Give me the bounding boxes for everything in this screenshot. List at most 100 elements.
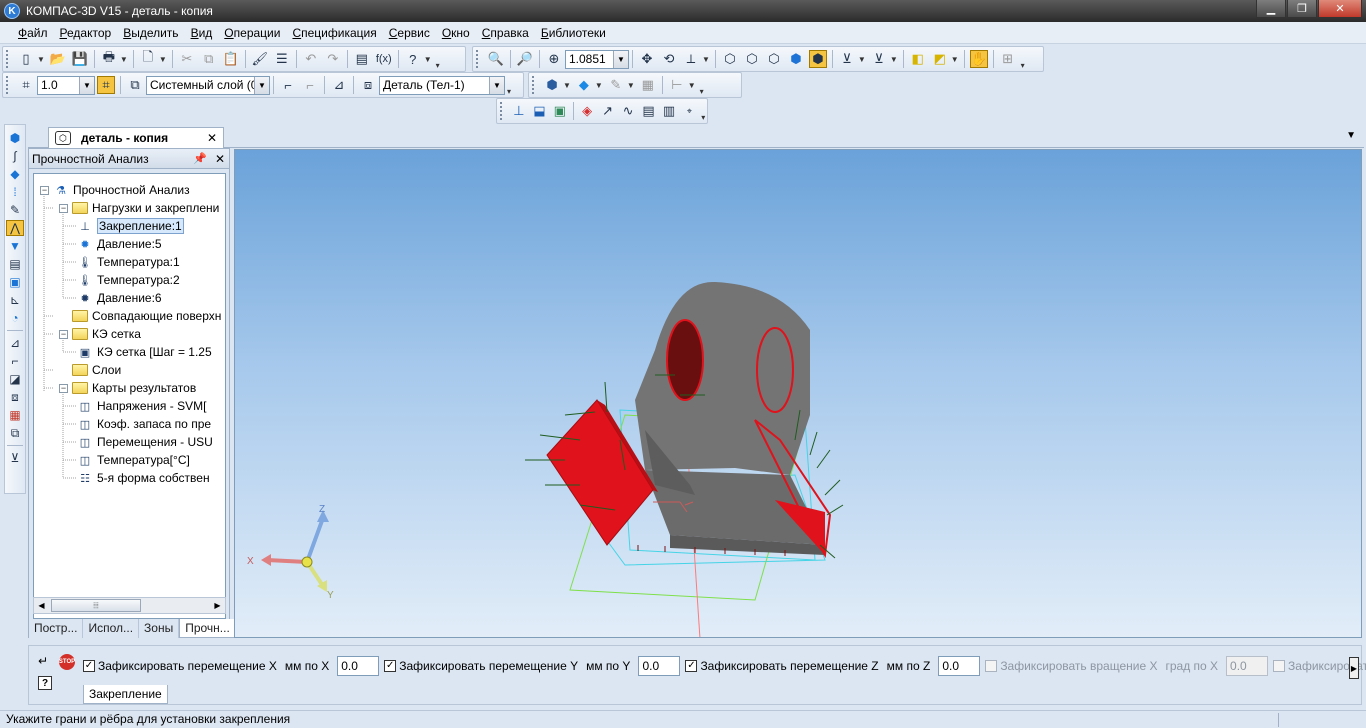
section-icon[interactable]: ◩ <box>931 50 949 68</box>
filter-dropdown-arrow[interactable]: ▼ <box>858 55 866 64</box>
tree-node-analysis[interactable]: − ⚗ Прочностной Анализ <box>40 181 190 199</box>
chevron-down-icon[interactable]: ▼ <box>489 76 504 94</box>
stop-icon[interactable]: STOP <box>59 654 75 670</box>
local-cs-icon[interactable]: ⌐ <box>301 76 319 94</box>
apm-probe-icon[interactable]: ⌖ <box>681 102 697 120</box>
selection-dropdown-arrow[interactable]: ▼ <box>890 55 898 64</box>
section-dropdown-arrow[interactable]: ▼ <box>951 55 959 64</box>
collapse-icon[interactable]: − <box>59 203 68 213</box>
rot-y-checkbox[interactable] <box>1273 660 1286 672</box>
menu-window[interactable]: Окно <box>436 24 476 42</box>
new-dropdown-arrow[interactable]: ▼ <box>37 55 45 64</box>
tree-node-eigenmode[interactable]: ☷ 5-я форма собствен <box>77 469 210 487</box>
toolbar-overflow[interactable]: ▾ <box>700 100 707 122</box>
rot-x-input[interactable]: 0.0 <box>1226 656 1269 676</box>
menu-specification[interactable]: Спецификация <box>286 24 382 42</box>
document-tab[interactable]: ⬡ деталь - копия ✕ <box>48 127 224 148</box>
toolbar-grip[interactable] <box>6 50 12 68</box>
apm-mesh-icon[interactable]: ▣ <box>552 102 568 120</box>
measure-chart-icon[interactable]: ⊾ <box>6 292 24 308</box>
coordinate-system-icon[interactable]: ⌐ <box>279 76 297 94</box>
rot-x-checkbox[interactable] <box>985 660 998 672</box>
close-icon[interactable]: ✕ <box>215 152 225 166</box>
fix-y-input[interactable]: 0.0 <box>638 656 681 676</box>
edit-part-icon[interactable]: ✎ <box>607 76 625 94</box>
markup-icon[interactable]: ◪ <box>6 371 24 387</box>
tree-node-fe-mesh-folder[interactable]: − КЭ сетка <box>59 325 141 343</box>
toolbar-grip[interactable] <box>532 76 538 94</box>
snap-icon[interactable]: ✋ <box>969 50 988 68</box>
tree-node-fe-mesh[interactable]: ▣ КЭ сетка [Шаг = 1.25 <box>77 343 212 361</box>
toolbar-grip[interactable] <box>500 102 506 120</box>
chevron-down-icon[interactable]: ▼ <box>79 76 94 94</box>
zoom-all-icon[interactable]: 🔎 <box>516 50 534 68</box>
assembly-icon[interactable]: ⧉ <box>6 425 24 441</box>
zoom-combo[interactable]: 1.0851 ▼ <box>565 49 629 69</box>
blue-cube-dropdown-arrow[interactable]: ▼ <box>595 81 603 90</box>
apm-graph-icon[interactable]: ↗ <box>599 102 615 120</box>
filter-funnel-icon[interactable]: ▼ <box>6 238 24 254</box>
spec-icon[interactable]: ▤ <box>6 256 24 272</box>
properties-icon[interactable]: ☰ <box>273 50 291 68</box>
fix-z-checkbox[interactable]: ✓ <box>685 660 698 672</box>
properties-scroll-right[interactable]: ▶ <box>1349 657 1359 679</box>
toolbar-overflow[interactable]: ▾ <box>698 74 706 96</box>
selection-filter-icon[interactable]: ⊻ <box>870 50 888 68</box>
surface-icon[interactable]: ◆ <box>6 166 24 182</box>
format-brush-icon[interactable]: 🖌 <box>251 50 269 68</box>
paste-icon[interactable]: 📋 <box>222 50 240 68</box>
rotate-icon[interactable]: ⟲ <box>660 50 678 68</box>
print-icon[interactable]: 🖶 <box>100 49 118 68</box>
report-icon[interactable]: ▣ <box>6 274 24 290</box>
apm-fem-icon[interactable]: ⋀ <box>6 220 24 236</box>
minimize-button[interactable]: ▁ <box>1256 0 1286 18</box>
layer-combo[interactable]: Системный слой (0) ▼ <box>146 75 270 95</box>
menu-help[interactable]: Справка <box>476 24 535 42</box>
menu-libraries[interactable]: Библиотеки <box>535 24 612 42</box>
collapse-icon[interactable]: − <box>59 383 68 393</box>
print-dropdown-arrow[interactable]: ▼ <box>120 55 128 64</box>
tree-node-temperature-2[interactable]: 🌡 Температура:2 <box>77 271 180 289</box>
wireframe-icon[interactable]: ⬡ <box>721 50 739 68</box>
redo-icon[interactable]: ↷ <box>324 50 342 68</box>
pan-icon[interactable]: ✥ <box>638 50 656 68</box>
dimension-3d-icon[interactable]: ⌐ <box>6 353 24 369</box>
halftone-edges-icon[interactable]: ⬢ <box>808 50 827 68</box>
orientation-plane-icon[interactable]: ⊿ <box>330 76 348 94</box>
dimension-dropdown-arrow[interactable]: ▼ <box>688 81 696 90</box>
part-combo[interactable]: Деталь (Тел-1) ▼ <box>379 75 505 95</box>
reorder-icon[interactable]: ▦ <box>639 76 657 94</box>
array-icon[interactable]: ⁞ <box>6 184 24 200</box>
undo-icon[interactable]: ↶ <box>302 50 320 68</box>
orientation-icon[interactable]: ⟂ <box>682 50 700 68</box>
tree-node-result-maps[interactable]: − Карты результатов <box>59 379 196 397</box>
chevron-down-icon[interactable]: ▼ <box>613 50 628 68</box>
library-icon[interactable]: ▦ <box>6 407 24 423</box>
close-button[interactable]: ✕ <box>1318 0 1362 18</box>
menu-view[interactable]: Вид <box>185 24 219 42</box>
tab-fixation[interactable]: Закрепление <box>83 685 168 704</box>
cube-outline-icon[interactable]: ⧈ <box>6 389 24 405</box>
apm-fixation-icon[interactable]: ⊥ <box>511 102 527 120</box>
help-icon[interactable]: ? <box>38 676 52 690</box>
layers-icon[interactable]: ⧉ <box>126 76 144 94</box>
dimension-icon[interactable]: ⊢ <box>668 76 686 94</box>
fix-y-checkbox[interactable]: ✓ <box>384 660 397 672</box>
tree-node-safety-factor[interactable]: ◫ Коэф. запаса по пре <box>77 415 211 433</box>
apm-results-color-icon[interactable]: ◈ <box>579 102 595 120</box>
variables-icon[interactable]: f(x) <box>375 50 393 68</box>
zoom-window-icon[interactable]: 🔍 <box>487 50 505 68</box>
tree-node-displacement[interactable]: ◫ Перемещения - USU <box>77 433 213 451</box>
cut-icon[interactable]: ✂ <box>178 50 196 68</box>
toolbar-grip[interactable] <box>6 76 12 94</box>
tab-zones[interactable]: Зоны <box>139 619 180 638</box>
edit-dropdown-arrow[interactable]: ▼ <box>627 81 635 90</box>
open-folder-icon[interactable]: 📂 <box>49 50 67 68</box>
chevron-down-icon[interactable]: ▼ <box>254 76 269 94</box>
fix-x-checkbox[interactable]: ✓ <box>83 660 95 672</box>
chevron-down-icon[interactable]: ▼ <box>1346 130 1356 141</box>
snap-grid-icon[interactable]: ⌗ <box>97 76 115 94</box>
sketch-icon[interactable]: ⊿ <box>6 335 24 351</box>
help-dropdown-arrow[interactable]: ▼ <box>424 55 432 64</box>
menu-editor[interactable]: Редактор <box>54 24 118 42</box>
